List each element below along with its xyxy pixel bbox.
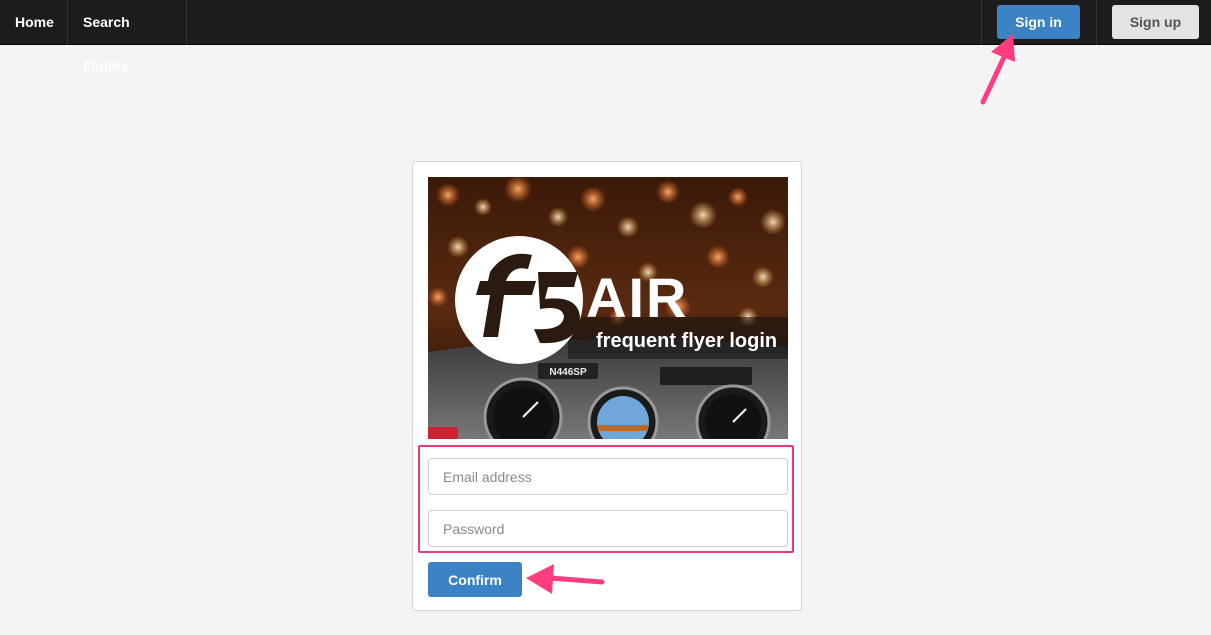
login-card: N446SP AIR frequent flyer login Email ad… xyxy=(412,161,802,611)
nav-divider xyxy=(1096,0,1097,45)
nav-home-link[interactable]: Home xyxy=(0,0,68,45)
top-navbar: Home Search Flights Sign in Sign up xyxy=(0,0,1211,74)
confirm-button[interactable]: Confirm xyxy=(428,562,522,597)
hero-logo-text: AIR xyxy=(586,266,688,329)
email-input[interactable] xyxy=(428,458,788,495)
password-input[interactable] xyxy=(428,510,788,547)
nav-divider xyxy=(981,0,982,45)
sign-in-button[interactable]: Sign in xyxy=(997,5,1080,39)
sign-up-button[interactable]: Sign up xyxy=(1112,5,1199,39)
f5-logo-icon xyxy=(455,236,583,364)
nav-search-flights-link[interactable]: Search Flights xyxy=(68,0,187,74)
tail-number-label: N446SP xyxy=(549,367,587,378)
hero-banner: N446SP AIR frequent flyer login xyxy=(428,177,788,439)
hero-tagline: frequent flyer login xyxy=(596,330,777,352)
